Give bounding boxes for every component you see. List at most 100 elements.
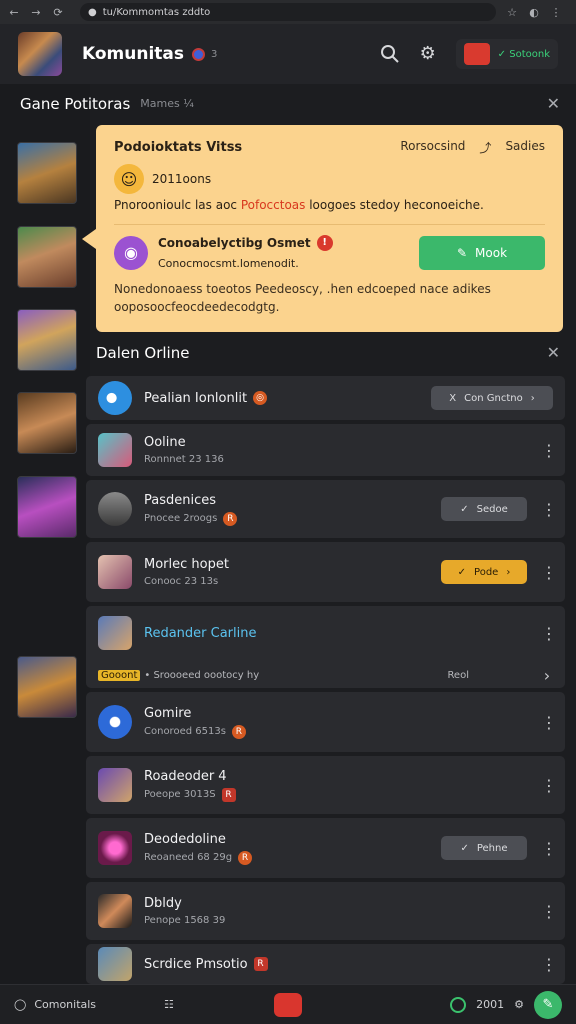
url-text: tu/Kommomtas zddto [102,6,211,18]
notification-action-1[interactable]: Rorsocsind [400,139,465,156]
connect-button[interactable]: X Con Gnctno › [431,386,553,410]
more-icon[interactable]: ⋮ [541,839,557,858]
live-icon [463,43,490,65]
row-name: Gomire [144,705,192,721]
search-icon[interactable] [380,44,400,64]
list-item[interactable]: Dbldy Penope 1568 39 ⋮ [86,882,565,940]
highlight-link[interactable]: Pofocctoas [241,198,306,212]
avatar [98,768,132,802]
title-count: 3 [211,48,218,60]
row-name: Morlec hopet [144,557,229,572]
game-section-header: Gane Potitoras Mames ¼ ✕ [20,94,560,113]
mook-button[interactable]: ✎ Mook [419,235,545,270]
row-status: Pnocee 2roogs [144,513,218,524]
avatar [98,492,132,526]
notification-item-title: Conoabelyctibg Osmet [158,236,311,250]
profile-icon[interactable]: ◐ [526,6,542,19]
badge-icon: R [231,724,246,739]
more-icon[interactable]: ⋮ [541,955,557,974]
game-thumb-6[interactable] [17,656,77,718]
notification-card: Podoioktats Vitss Rorsocsind ⤴ Sadies ☺ … [82,125,563,332]
notification-title: Podoioktats Vitss [114,140,243,155]
notification-action-2[interactable]: Sadies [505,139,545,156]
avatar [98,831,132,865]
row-extra: • Sroooeed oootocy hy [144,669,260,681]
badge-icon: R [238,850,253,865]
menu-icon[interactable]: ⋮ [548,6,564,19]
game-section-subtitle: Mames ¼ [140,97,194,110]
back-icon[interactable]: ← [6,6,22,19]
star-icon[interactable]: ☆ [504,6,520,19]
gear-icon[interactable]: ⚙ [418,44,438,64]
list-icon[interactable]: ☷ [164,998,174,1011]
avatar [98,894,132,928]
more-icon[interactable]: ⋮ [541,902,557,921]
more-icon[interactable]: ⋮ [541,441,557,460]
game-thumb-5[interactable] [17,476,77,538]
browser-bar: ← → ⟳ ● tu/Kommomtas zddto ☆ ◐ ⋮ [0,0,576,24]
game-thumb-4[interactable] [17,392,77,454]
pehne-button[interactable]: ✓ Pehne [441,836,527,860]
row-name: Dbldy [144,896,182,911]
avatar [98,705,132,739]
more-icon[interactable]: ⋮ [541,624,557,643]
list-item[interactable]: Morlec hopet Conooc 23 13s ✓ Pode › ⋮ [86,542,565,602]
sedoe-button[interactable]: ✓ Sedoe [441,497,527,521]
list-item[interactable]: Redander Carline ⋮ Gooont • Sroooeed ooo… [86,606,565,688]
notification-badge-text: 2011oons [152,172,212,186]
online-section-title: Dalen Orline [96,343,190,362]
row-name: Deodedoline [144,831,226,847]
more-icon[interactable]: ⋮ [541,713,557,732]
list-item[interactable]: Roadeoder 4 Poeope 3013S R ⋮ [86,756,565,814]
notification-line: Pnoroonioulc las aoc Pofocctoas loogoes … [114,198,484,212]
bottom-label[interactable]: Comonitals [34,998,96,1011]
more-icon[interactable]: ⋮ [541,776,557,795]
list-item[interactable]: Deodedoline Reoaneed 68 29g R ✓ Pehne ⋮ [86,818,565,878]
row-name: Ooline [144,435,186,450]
more-icon[interactable]: ⋮ [541,563,557,582]
pencil-icon: ✎ [456,245,468,260]
list-item[interactable]: Pealian Ionlonlit ◎ X Con Gnctno › [86,376,565,420]
badge-icon: R [221,787,236,802]
avatar [98,381,132,415]
list-item[interactable]: Gomire Conoroed 6513s R ⋮ [86,692,565,752]
notification-description: Nonedonoaess toeotos Peedeoscy, .hen edc… [114,282,491,314]
live-label: ✓ Sotoonk [497,48,550,60]
badge-icon: R [253,957,268,971]
game-thumb-2[interactable] [17,226,77,288]
live-button[interactable]: ✓ Sotoonk [455,39,558,69]
game-section-title: Gane Potitoras [20,94,131,113]
close-icon[interactable]: ✕ [547,94,560,113]
row-name: Scrdice Pmsotio [144,956,248,972]
row-status: Poeope 3013S [144,789,216,800]
avatar [98,433,132,467]
status-badge [192,47,206,61]
avatar [98,616,132,650]
game-thumb-1[interactable] [17,142,77,204]
list-item[interactable]: Scrdice Pmsotio R ⋮ [86,944,565,984]
pode-button[interactable]: ✓ Pode › [441,560,527,584]
list-item[interactable]: Pasdenices Pnocee 2roogs R ✓ Sedoe ⋮ [86,480,565,538]
more-icon[interactable]: ⋮ [541,500,557,519]
row-status: Conoroed 6513s [144,726,226,737]
purple-avatar: ◉ [114,235,148,270]
url-bar[interactable]: ● tu/Kommomtas zddto [80,3,496,21]
chevron-right-icon[interactable]: › [541,666,553,685]
check-circle-icon[interactable]: ◯ [14,998,26,1011]
online-section-header: Dalen Orline ✕ [96,343,560,362]
row-name: Pasdenices [144,492,217,508]
chat-icon[interactable] [274,992,302,1017]
gear-icon[interactable]: ⚙ [514,998,524,1011]
share-icon[interactable]: ⤴ [479,139,491,156]
smiley-icon: ☺ [114,164,144,194]
game-thumb-3[interactable] [17,309,77,371]
forward-icon[interactable]: → [28,6,44,19]
reload-icon[interactable]: ⟳ [50,6,66,19]
row-status: Ronnnet 23 136 [144,454,224,465]
row-name: Redander Carline [144,625,257,641]
close-icon[interactable]: ✕ [547,343,560,362]
compose-button[interactable]: ✎ [534,990,562,1019]
notification-item-subtitle: Conocmocsmt.lomenodit. [158,257,299,270]
list-item[interactable]: Ooline Ronnnet 23 136 ⋮ [86,424,565,476]
game-sidebar [0,84,90,984]
